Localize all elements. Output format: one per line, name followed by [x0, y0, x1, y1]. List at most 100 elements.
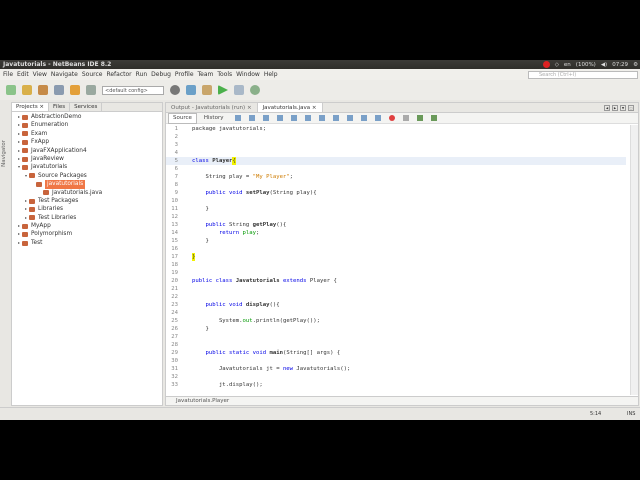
tab-projects[interactable]: Projects ×	[12, 103, 50, 111]
menu-team[interactable]: Team	[198, 69, 214, 80]
find-icon[interactable]	[277, 115, 284, 121]
code-line[interactable]: 6	[166, 165, 626, 173]
keyboard-lang[interactable]: en	[564, 62, 571, 68]
config-select[interactable]: <default config>	[102, 85, 164, 95]
show-opened-icon[interactable]: ▼	[620, 105, 626, 111]
record-icon[interactable]	[542, 61, 550, 68]
uncomment-icon[interactable]	[431, 115, 438, 121]
wifi-icon[interactable]: ◇	[555, 62, 559, 68]
toggle-highlight-icon[interactable]	[319, 115, 326, 121]
code-line[interactable]: 13 public String getPlay(){	[166, 221, 626, 229]
code-line[interactable]: 23 public void display(){	[166, 301, 626, 309]
clean-build-icon[interactable]	[202, 85, 212, 95]
code-line[interactable]: 11 }	[166, 205, 626, 213]
code-line[interactable]: 18	[166, 261, 626, 269]
tree-node[interactable]: ▸ MyApp	[12, 222, 162, 230]
scroll-right-icon[interactable]: ▶	[612, 105, 618, 111]
code-line[interactable]: 5 class Player{	[166, 157, 626, 165]
code-line[interactable]: 4	[166, 149, 626, 157]
code-line[interactable]: 9 public void setPlay (String play){	[166, 189, 626, 197]
code-line[interactable]: 31 Javatutorials jt = new Javatutorials(…	[166, 365, 626, 373]
code-line[interactable]: 33 jt.display();	[166, 381, 626, 389]
search-input[interactable]: Search (Ctrl+I)	[528, 71, 638, 79]
find-prev-icon[interactable]	[291, 115, 298, 121]
code-line[interactable]: 3	[166, 141, 626, 149]
code-line[interactable]: 17}	[166, 253, 626, 261]
scroll-left-icon[interactable]: ◀	[604, 105, 610, 111]
code-line[interactable]: 21	[166, 285, 626, 293]
tree-node[interactable]: ▸ Test Packages	[12, 197, 162, 205]
debug-icon[interactable]	[234, 85, 244, 95]
code-editor[interactable]: 1 package javatutorials; 2 3 4 5 class Player{…	[166, 125, 626, 395]
save-all-icon[interactable]	[54, 85, 64, 95]
tree-node[interactable]: ▸ FxApp	[12, 138, 162, 146]
tree-node[interactable]: ▸ JavaReview	[12, 155, 162, 163]
breadcrumb[interactable]: Javatutorials.Player	[166, 396, 638, 405]
tree-node[interactable]: ▾ Javatutorials	[12, 163, 162, 171]
prev-bookmark-icon[interactable]	[333, 115, 340, 121]
tree-node[interactable]: Javatutorials.java	[12, 189, 162, 197]
code-line[interactable]: 1 package javatutorials;	[166, 125, 626, 133]
battery-status[interactable]: (100%)	[576, 62, 596, 68]
history-tab[interactable]: History	[200, 114, 228, 123]
tree-node[interactable]: ▸ Libraries	[12, 205, 162, 213]
navigator-strip[interactable]: Navigator	[0, 102, 10, 402]
code-line[interactable]: 25 System. out .println(getPlay());	[166, 317, 626, 325]
forward-icon[interactable]	[263, 115, 270, 121]
tree-node[interactable]: ▸ Test Libraries	[12, 214, 162, 222]
menu-tools[interactable]: Tools	[217, 69, 232, 80]
code-line[interactable]: 22	[166, 293, 626, 301]
code-line[interactable]: 15 }	[166, 237, 626, 245]
code-line[interactable]: 2	[166, 133, 626, 141]
new-file-icon[interactable]	[6, 85, 16, 95]
menu-navigate[interactable]: Navigate	[51, 69, 78, 80]
clock[interactable]: 07:29	[612, 62, 628, 68]
menu-view[interactable]: View	[33, 69, 47, 80]
stop-macro-icon[interactable]	[403, 115, 410, 121]
code-line[interactable]: 32	[166, 373, 626, 381]
code-line[interactable]: 16	[166, 245, 626, 253]
tree-node[interactable]: ▸ Enumeration	[12, 121, 162, 129]
tab-javatutorials-java[interactable]: Javatutorials.java ×	[257, 103, 323, 112]
tab-services[interactable]: Services	[70, 103, 103, 111]
code-line[interactable]: 19	[166, 269, 626, 277]
code-line[interactable]: 8	[166, 181, 626, 189]
tree-node[interactable]: ▸ Test	[12, 239, 162, 247]
tree-node[interactable]: ▸ JavaFXApplication4	[12, 147, 162, 155]
menu-refactor[interactable]: Refactor	[106, 69, 131, 80]
redo-icon[interactable]	[86, 85, 96, 95]
new-project-icon[interactable]	[22, 85, 32, 95]
undo-icon[interactable]	[70, 85, 80, 95]
tab-files[interactable]: Files	[49, 103, 71, 111]
volume-icon[interactable]: ◀)	[601, 62, 607, 68]
record-macro-icon[interactable]	[389, 115, 396, 121]
next-bookmark-icon[interactable]	[347, 115, 354, 121]
tab-output[interactable]: Output - Javatutorials (run) ×	[166, 103, 258, 112]
code-line[interactable]: 26 }	[166, 325, 626, 333]
shift-right-icon[interactable]	[375, 115, 382, 121]
tree-node[interactable]: ▸ AbstractionDemo	[12, 113, 162, 121]
tree-node[interactable]: javatutorials	[12, 180, 162, 189]
find-next-icon[interactable]	[305, 115, 312, 121]
tree-node[interactable]: ▸ Exam	[12, 130, 162, 138]
code-line[interactable]: 29 public static void main (String[] args…	[166, 349, 626, 357]
menu-source[interactable]: Source	[82, 69, 103, 80]
code-line[interactable]: 14 return play;	[166, 229, 626, 237]
code-line[interactable]: 30	[166, 357, 626, 365]
menu-profile[interactable]: Profile	[175, 69, 194, 80]
build-icon[interactable]	[186, 85, 196, 95]
code-line[interactable]: 20 public class Javatutorials extends Pla…	[166, 277, 626, 285]
code-line[interactable]: 27	[166, 333, 626, 341]
source-tab[interactable]: Source	[168, 112, 197, 124]
run-icon[interactable]	[218, 85, 228, 95]
shift-left-icon[interactable]	[361, 115, 368, 121]
open-project-icon[interactable]	[38, 85, 48, 95]
code-line[interactable]: 7 String play = "My Player";	[166, 173, 626, 181]
menu-edit[interactable]: Edit	[17, 69, 29, 80]
navigator-label[interactable]: Navigator	[1, 140, 7, 167]
back-icon[interactable]	[249, 115, 256, 121]
comment-icon[interactable]	[417, 115, 424, 121]
vertical-scrollbar[interactable]	[630, 125, 638, 395]
menu-debug[interactable]: Debug	[151, 69, 171, 80]
globe-icon[interactable]	[170, 85, 180, 95]
